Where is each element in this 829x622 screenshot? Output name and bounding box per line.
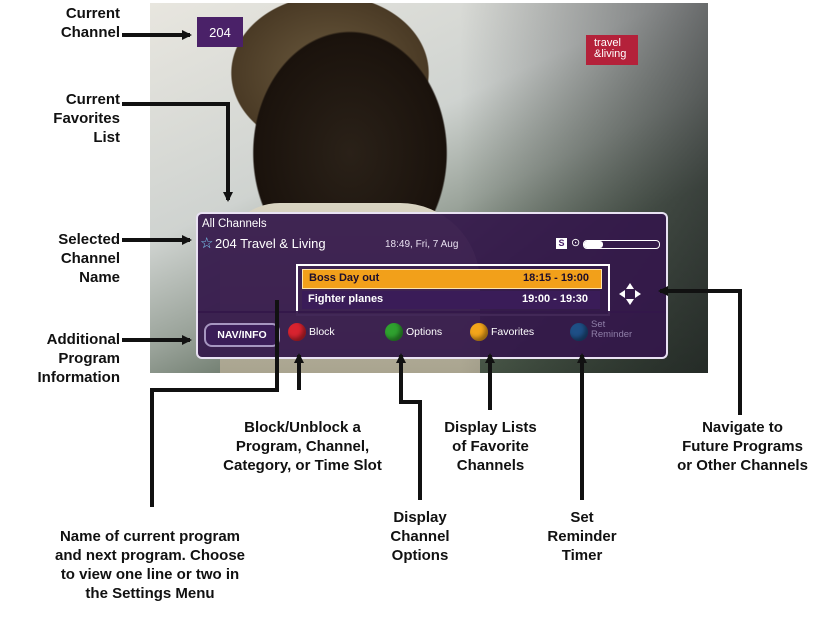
annotation-line: Channel	[60, 250, 120, 267]
annotation-additional-info: Additional Program Information	[0, 330, 121, 387]
annotation-line: Program, Channel,	[235, 438, 370, 455]
annotation-line: Channel	[390, 528, 450, 545]
annotation-line: Current	[65, 91, 120, 108]
annotation-line: Block/Unblock a	[244, 419, 361, 436]
annotation-reminder: Set Reminder Timer	[532, 508, 632, 565]
annotation-line: Information	[37, 369, 121, 386]
annotation-line: Timer	[561, 547, 603, 564]
annotation-block: Block/Unblock a Program, Channel, Catego…	[190, 418, 415, 475]
annotation-line: of Favorite	[452, 438, 529, 455]
annotation-line: the Settings Menu	[85, 585, 215, 602]
annotation-line: Navigate to	[702, 419, 783, 436]
annotation-options: Display Channel Options	[370, 508, 470, 565]
annotation-line: Additional	[46, 331, 120, 348]
annotation-line: Selected	[58, 231, 120, 248]
annotation-line: Current	[65, 5, 120, 22]
annotation-line: Category, or Time Slot	[223, 457, 382, 474]
annotation-line: Program	[58, 350, 120, 367]
annotation-line: Display	[393, 509, 447, 526]
annotation-line: Reminder	[547, 528, 617, 545]
annotation-line: Name	[79, 269, 120, 286]
annotation-line: to view one line or two in	[60, 566, 240, 583]
annotation-line: Display Lists	[444, 419, 537, 436]
annotation-line: Future Programs	[682, 438, 803, 455]
annotation-favorites: Display Lists of Favorite Channels	[418, 418, 563, 475]
annotation-line: Set	[570, 509, 594, 526]
annotation-line: and next program. Choose	[54, 547, 246, 564]
annotation-line: Options	[391, 547, 449, 564]
annotation-selected-channel: Selected Channel Name	[20, 230, 120, 287]
annotation-line: Channels	[456, 457, 525, 474]
annotation-line: List	[93, 129, 120, 146]
annotation-navigate: Navigate to Future Programs or Other Cha…	[660, 418, 825, 475]
annotation-current-favorites: Current Favorites List	[20, 90, 120, 147]
annotation-current-channel: Current Channel	[40, 4, 120, 42]
annotation-line: or Other Channels	[677, 457, 808, 474]
annotation-program-names: Name of current program and next program…	[5, 527, 295, 603]
annotation-line: Name of current program	[59, 528, 241, 545]
annotation-line: Favorites	[53, 110, 120, 127]
annotation-line: Channel	[60, 24, 120, 41]
